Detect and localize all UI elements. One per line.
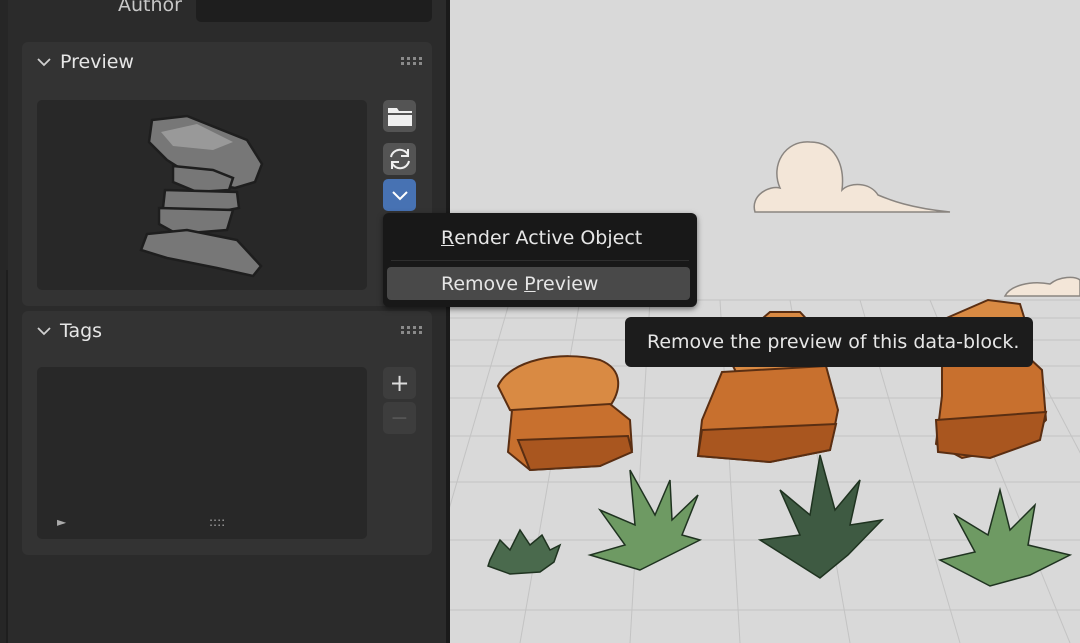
properties-editor: Author Preview Tags ►:::: + −	[0, 0, 446, 643]
menu-item-label-prefix: Remove	[441, 272, 525, 295]
chevron-down-icon	[37, 58, 51, 67]
menu-item-label: review	[535, 272, 599, 295]
minus-icon: −	[390, 405, 409, 431]
author-label: Author	[118, 0, 182, 16]
preview-panel-title: Preview	[60, 51, 134, 73]
preview-panel: Preview	[22, 42, 432, 306]
menu-item-label: ender Active Object	[454, 226, 643, 249]
folder-icon	[387, 108, 412, 126]
refresh-icon	[389, 148, 410, 170]
menu-separator	[391, 260, 689, 261]
tooltip: Remove the preview of this data-block.	[625, 317, 1033, 367]
tags-panel-title: Tags	[60, 320, 103, 342]
chevron-down-icon	[391, 191, 408, 201]
menu-item-render-active-object[interactable]: Render Active Object	[387, 221, 690, 254]
plus-icon: +	[389, 369, 410, 397]
preview-menu-button[interactable]	[383, 179, 416, 211]
chevron-down-icon	[37, 327, 51, 336]
list-filter-toggle-icon[interactable]: ►	[57, 515, 66, 529]
load-preview-button[interactable]	[383, 100, 416, 132]
menu-item-remove-preview[interactable]: Remove Preview	[387, 267, 690, 300]
list-resize-grip-icon[interactable]: ::::	[209, 515, 225, 529]
preview-thumbnail	[37, 100, 367, 290]
preview-context-menu: Render Active Object Remove Preview	[383, 213, 697, 307]
author-field[interactable]	[196, 0, 432, 22]
tags-panel-header[interactable]: Tags	[36, 311, 102, 351]
panel-drag-grip-icon[interactable]	[400, 325, 424, 335]
tags-panel: Tags ► :::: + −	[22, 311, 432, 555]
menu-item-mnemonic: R	[441, 226, 455, 249]
menu-item-mnemonic: P	[524, 272, 536, 295]
editor-edge	[6, 270, 8, 643]
panel-drag-grip-icon[interactable]	[400, 56, 424, 66]
preview-panel-header[interactable]: Preview	[36, 42, 134, 82]
remove-tag-button[interactable]: −	[383, 402, 416, 434]
add-tag-button[interactable]: +	[383, 367, 416, 399]
refresh-preview-button[interactable]	[383, 143, 416, 175]
rock-stack-preview-image	[139, 114, 264, 278]
tags-list[interactable]: ► ::::	[37, 367, 367, 539]
